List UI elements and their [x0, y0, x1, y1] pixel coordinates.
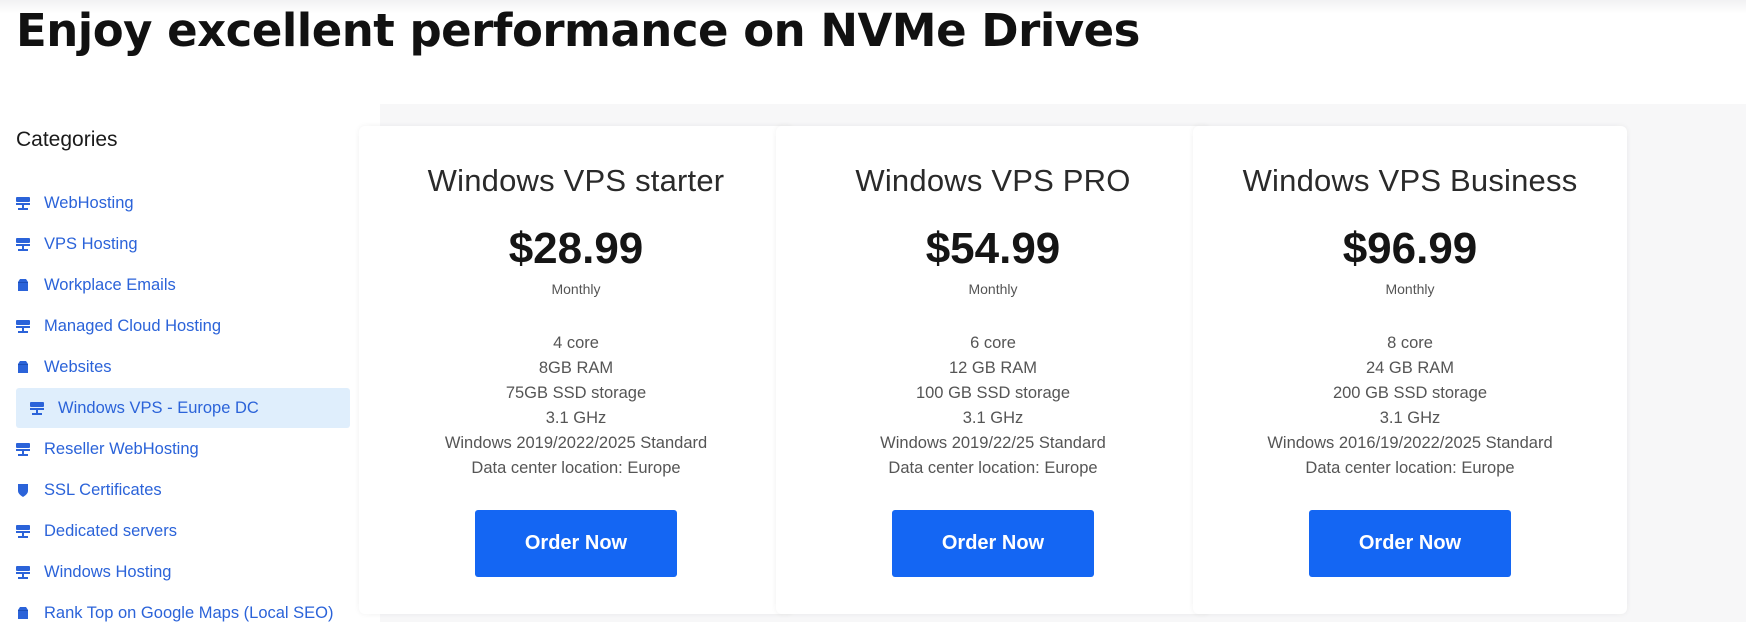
box-icon — [16, 606, 30, 620]
sidebar-item-label: Dedicated servers — [44, 521, 177, 540]
sidebar-item-label: Workplace Emails — [44, 275, 176, 294]
feature-ram: 12 GB RAM — [948, 359, 1038, 377]
plan-price: $96.99 — [1342, 224, 1478, 273]
feature-cores: 8 core — [1387, 334, 1433, 352]
category-list: WebHosting VPS Hosting Workplace Emails Man… — [16, 183, 350, 622]
plan-name: Windows VPS starter — [427, 163, 725, 198]
server-icon — [16, 237, 30, 251]
sidebar-item-dedicated-servers[interactable]: Dedicated servers — [16, 511, 350, 551]
plan-features: 8 core 24 GB RAM 200 GB SSD storage 3.1 … — [1193, 331, 1627, 481]
feature-ram: 24 GB RAM — [1365, 359, 1455, 377]
sidebar-item-reseller-webhosting[interactable]: Reseller WebHosting — [16, 429, 350, 469]
feature-location: Data center location: Europe — [1305, 459, 1515, 477]
feature-location: Data center location: Europe — [471, 459, 681, 477]
feature-ram: 8GB RAM — [538, 359, 614, 377]
plan-price: $28.99 — [508, 224, 644, 273]
feature-cores: 4 core — [553, 334, 599, 352]
sidebar-item-label: Windows VPS - Europe DC — [58, 398, 259, 417]
feature-clock: 3.1 GHz — [1379, 409, 1441, 427]
plan-period: Monthly — [968, 281, 1018, 297]
feature-storage: 100 GB SSD storage — [915, 384, 1071, 402]
plan-price: $54.99 — [925, 224, 1061, 273]
order-now-button[interactable]: Order Now — [892, 510, 1094, 577]
feature-storage: 75GB SSD storage — [505, 384, 647, 402]
shield-icon — [16, 483, 30, 497]
plan-period: Monthly — [551, 281, 601, 297]
sidebar-item-managed-cloud-hosting[interactable]: Managed Cloud Hosting — [16, 306, 350, 346]
plan-card-pro: Windows VPS PRO $54.99 Monthly 6 core 12… — [776, 126, 1210, 614]
categories-sidebar: Categories WebHosting VPS Hosting Workplac… — [16, 126, 350, 622]
sidebar-item-windows-vps-europe-dc[interactable]: Windows VPS - Europe DC — [16, 388, 350, 428]
feature-clock: 3.1 GHz — [545, 409, 607, 427]
sidebar-item-label: VPS Hosting — [44, 234, 138, 253]
feature-location: Data center location: Europe — [888, 459, 1098, 477]
sidebar-item-label: Windows Hosting — [44, 562, 172, 581]
server-icon — [16, 565, 30, 579]
plan-features: 6 core 12 GB RAM 100 GB SSD storage 3.1 … — [776, 331, 1210, 481]
sidebar-item-label: WebHosting — [44, 193, 134, 212]
box-icon — [16, 360, 30, 374]
sidebar-item-websites[interactable]: Websites — [16, 347, 350, 387]
order-now-button[interactable]: Order Now — [475, 510, 677, 577]
feature-cores: 6 core — [970, 334, 1016, 352]
plan-card-business: Windows VPS Business $96.99 Monthly 8 co… — [1193, 126, 1627, 614]
server-icon — [30, 401, 44, 415]
sidebar-item-label: Managed Cloud Hosting — [44, 316, 222, 335]
plan-card-starter: Windows VPS starter $28.99 Monthly 4 cor… — [359, 126, 793, 614]
feature-os: Windows 2016/19/2022/2025 Standard — [1267, 434, 1553, 452]
page: Enjoy excellent performance on NVMe Driv… — [0, 0, 1746, 622]
sidebar-item-rank-top-on-google-maps-local-seo[interactable]: Rank Top on Google Maps (Local SEO) — [16, 593, 350, 622]
sidebar-item-windows-hosting[interactable]: Windows Hosting — [16, 552, 350, 592]
server-icon — [16, 196, 30, 210]
sidebar-item-webhosting[interactable]: WebHosting — [16, 183, 350, 223]
feature-storage: 200 GB SSD storage — [1332, 384, 1488, 402]
sidebar-item-label: Rank Top on Google Maps (Local SEO) — [44, 603, 334, 622]
feature-os: Windows 2019/2022/2025 Standard — [444, 434, 708, 452]
server-icon — [16, 442, 30, 456]
box-icon — [16, 278, 30, 292]
page-title: Enjoy excellent performance on NVMe Driv… — [16, 4, 1140, 57]
sidebar-item-workplace-emails[interactable]: Workplace Emails — [16, 265, 350, 305]
server-icon — [16, 524, 30, 538]
sidebar-item-vps-hosting[interactable]: VPS Hosting — [16, 224, 350, 264]
server-icon — [16, 319, 30, 333]
plan-features: 4 core 8GB RAM 75GB SSD storage 3.1 GHz … — [359, 331, 793, 481]
categories-heading: Categories — [16, 128, 118, 151]
plan-name: Windows VPS Business — [1242, 163, 1578, 198]
feature-clock: 3.1 GHz — [962, 409, 1024, 427]
plan-name: Windows VPS PRO — [855, 163, 1131, 198]
feature-os: Windows 2019/22/25 Standard — [880, 434, 1106, 452]
order-now-button[interactable]: Order Now — [1309, 510, 1511, 577]
sidebar-item-label: Reseller WebHosting — [44, 439, 199, 458]
plan-period: Monthly — [1385, 281, 1435, 297]
sidebar-item-label: SSL Certificates — [44, 480, 162, 499]
sidebar-item-label: Websites — [44, 357, 112, 376]
sidebar-item-ssl-certificates[interactable]: SSL Certificates — [16, 470, 350, 510]
